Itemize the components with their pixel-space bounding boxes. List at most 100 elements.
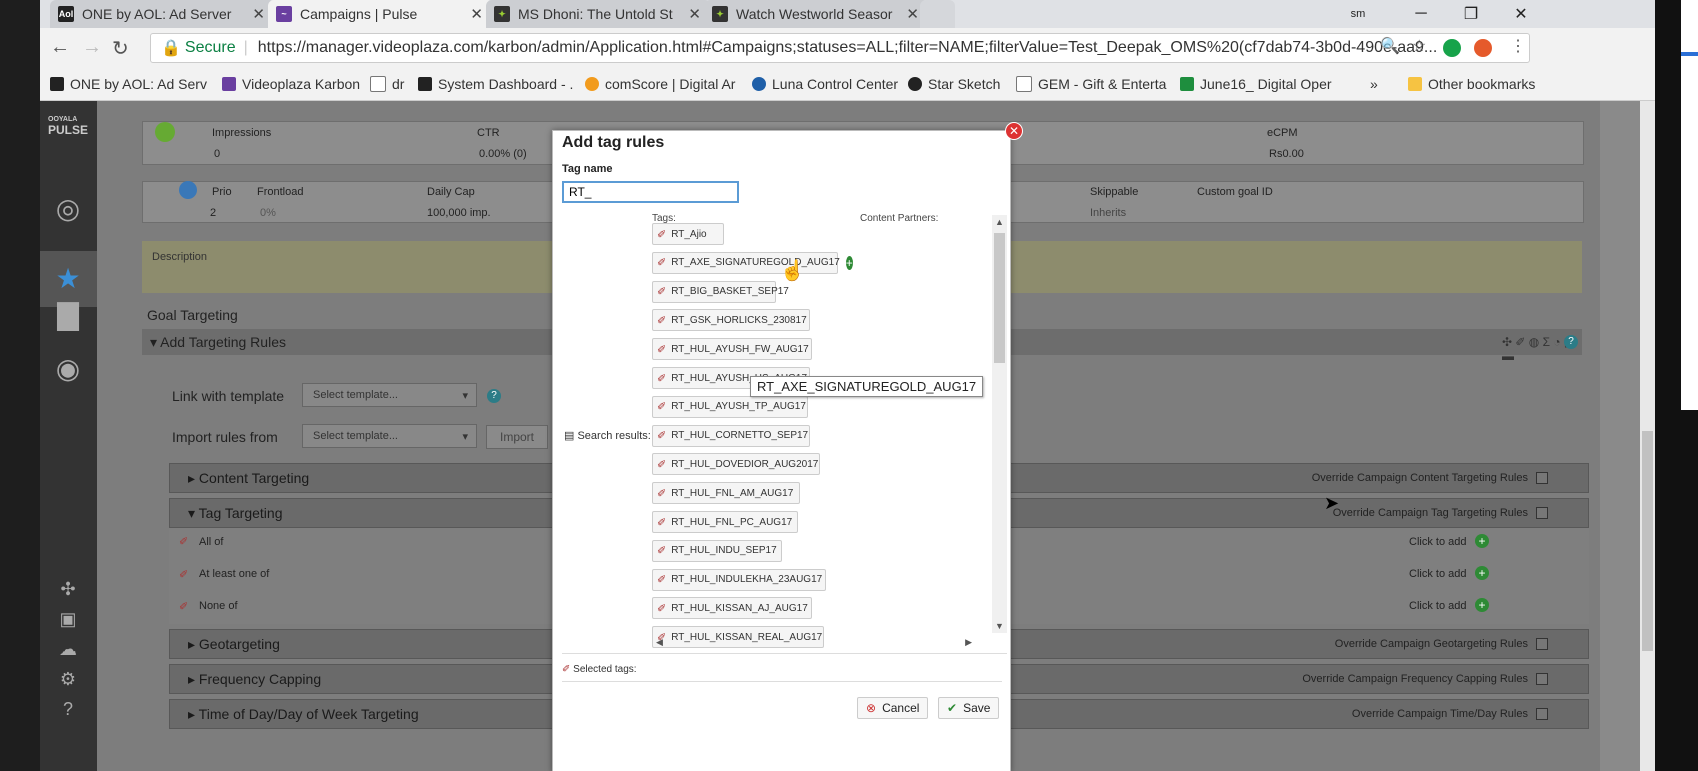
scroll-up-icon[interactable]: ▲ <box>995 217 1004 227</box>
tab-title: Campaigns | Pulse <box>300 6 418 22</box>
ecpm-header: eCPM <box>1267 127 1298 139</box>
zoom-icon[interactable]: 🔍 <box>1380 36 1400 56</box>
tag-label: RT_HUL_CORNETTO_SEP17 <box>671 430 809 442</box>
skippable-value[interactable]: Inherits <box>1090 207 1126 219</box>
add-icon[interactable]: + <box>1475 534 1489 548</box>
tag-result-item[interactable]: ✐ RT_HUL_KISSAN_AJ_AUG17 <box>652 597 812 620</box>
tag-result-item[interactable]: ✐ RT_HUL_CORNETTO_SEP17 <box>652 424 810 447</box>
click-to-add-link[interactable]: Click to add <box>1409 536 1466 548</box>
scroll-down-icon[interactable]: ▼ <box>995 621 1004 631</box>
reload-icon[interactable]: ↻ <box>112 36 129 61</box>
tag-result-item[interactable]: ✐ RT_BIG_BASKET_SEP17 <box>652 280 789 303</box>
close-window-button[interactable]: ✕ <box>1498 0 1544 28</box>
tab-westworld[interactable]: ✦ Watch Westworld Seasor ✕ <box>704 0 929 28</box>
tag-result-item[interactable]: ✐ RT_HUL_INDULEKHA_23AUG17 <box>652 568 826 591</box>
tag-icon: ✐ <box>179 569 189 581</box>
menu-icon[interactable]: ⋮ <box>1510 36 1526 56</box>
star-bookmark-icon[interactable]: ☆ <box>1412 36 1426 56</box>
page-scrollbar[interactable] <box>1640 101 1655 771</box>
daily-cap-value[interactable]: 100,000 imp. <box>427 207 491 219</box>
override-checkbox[interactable] <box>1536 673 1548 685</box>
scroll-left-icon[interactable]: ◀ <box>656 637 663 648</box>
bookmark-dr[interactable]: dr <box>370 76 404 92</box>
tag-result-item[interactable]: ✐ RT_Ajio <box>652 223 724 245</box>
click-to-add-link[interactable]: Click to add <box>1409 600 1466 612</box>
dashboard-icon[interactable]: ◎ <box>50 191 86 227</box>
extension-icon[interactable] <box>1474 39 1492 57</box>
link-template-select[interactable]: Select template... ▾ <box>302 383 477 407</box>
tag-icon: ✐ <box>657 602 667 615</box>
tab-pulse[interactable]: ~ Campaigns | Pulse ✕ <box>268 0 493 28</box>
bookmark-karbon[interactable]: Videoplaza Karbon <box>222 76 360 92</box>
star-campaigns-icon[interactable]: ★ <box>50 261 86 297</box>
close-icon[interactable]: ✕ <box>688 5 701 23</box>
override-checkbox[interactable] <box>1536 472 1548 484</box>
tab-title: MS Dhoni: The Untold St <box>518 6 673 22</box>
import-template-select[interactable]: Select template... ▾ <box>302 424 477 448</box>
save-button[interactable]: ✔ Save <box>938 697 1000 719</box>
tag-result-item[interactable]: ✐ RT_HUL_AYUSH_TP_AUG17 <box>652 395 808 418</box>
import-button[interactable]: Import <box>486 425 548 449</box>
new-tab-button[interactable] <box>920 0 955 28</box>
override-checkbox[interactable] <box>1536 638 1548 650</box>
minimize-button[interactable]: ─ <box>1398 0 1444 28</box>
prio-value[interactable]: 2 <box>210 207 216 219</box>
frontload-value[interactable]: 0% <box>260 207 276 219</box>
tag-result-item[interactable]: ✐ RT_AXE_SIGNATUREGOLD_AUG17 + <box>652 251 853 274</box>
bookmark-system-dashboard[interactable]: System Dashboard - . <box>418 76 573 92</box>
bookmark-aol[interactable]: ONE by AOL: Ad Serv <box>50 76 207 92</box>
restore-button[interactable]: ❐ <box>1448 0 1494 28</box>
check-icon: ✔ <box>947 701 958 715</box>
bookmark-june16[interactable]: June16_ Digital Oper <box>1180 76 1332 92</box>
tab-strip: Aol ONE by AOL: Ad Server ✕ ~ Campaigns … <box>40 0 1655 28</box>
bookmark-gem[interactable]: GEM - Gift & Enterta <box>1016 76 1166 92</box>
override-checkbox[interactable] <box>1536 507 1548 519</box>
add-icon[interactable]: + <box>1475 566 1489 580</box>
tag-icon: ✐ <box>657 343 667 356</box>
comscore-icon <box>585 77 599 91</box>
bookmark-comscore[interactable]: comScore | Digital Ar <box>585 76 735 92</box>
scroll-right-icon[interactable]: ▶ <box>965 637 972 648</box>
help-icon[interactable]: ? <box>1564 335 1578 349</box>
bookmark-luna[interactable]: Luna Control Center <box>752 76 898 92</box>
cancel-button[interactable]: ⊗ Cancel <box>857 697 929 719</box>
tag-label: RT_HUL_KISSAN_AJ_AUG17 <box>671 602 808 614</box>
tag-icon: ✐ <box>657 516 667 529</box>
add-icon[interactable]: + <box>845 255 853 270</box>
tag-result-item[interactable]: ✐ RT_HUL_DOVEDIOR_AUG2017 <box>652 453 820 476</box>
tag-result-item[interactable]: ✐ RT_HUL_FNL_AM_AUG17 <box>652 482 800 505</box>
override-checkbox[interactable] <box>1536 708 1548 720</box>
back-icon[interactable]: ← <box>50 36 70 59</box>
results-icon: ▤ <box>564 430 575 442</box>
more-bookmarks-button[interactable]: » <box>1370 76 1378 92</box>
help-icon[interactable]: ? <box>50 691 86 727</box>
tab-aol[interactable]: Aol ONE by AOL: Ad Server ✕ <box>50 0 275 28</box>
tag-name-input[interactable] <box>562 181 739 203</box>
grammarly-icon[interactable] <box>1443 39 1461 57</box>
tag-icon: ✐ <box>657 545 667 558</box>
results-scrollbar[interactable]: ▲ ▼ <box>992 215 1007 633</box>
tab-dhoni[interactable]: ✦ MS Dhoni: The Untold St ✕ <box>486 0 711 28</box>
close-icon[interactable]: ✕ <box>252 5 265 23</box>
chevron-down-icon: ▾ <box>462 431 468 443</box>
results-hscrollbar[interactable]: ◀ ▶ <box>652 637 992 651</box>
eye-icon[interactable]: ◉ <box>50 351 86 387</box>
tag-result-item[interactable]: ✐ RT_HUL_FNL_PC_AUG17 <box>652 511 798 533</box>
description-label: Description <box>152 251 208 263</box>
dialog-close-icon[interactable]: ✕ <box>1005 122 1023 140</box>
other-bookmarks[interactable]: Other bookmarks <box>1408 76 1535 92</box>
bookmark-star-sketch[interactable]: Star Sketch <box>908 76 1000 92</box>
tag-result-item[interactable]: ✐ RT_HUL_INDU_SEP17 <box>652 539 782 562</box>
click-to-add-link[interactable]: Click to add <box>1409 568 1466 580</box>
close-icon[interactable]: ✕ <box>906 5 919 23</box>
close-icon[interactable]: ✕ <box>470 5 483 23</box>
tag-result-item[interactable]: ✐ RT_HUL_AYUSH_FW_AUG17 <box>652 338 812 361</box>
browser-window: Aol ONE by AOL: Ad Server ✕ ~ Campaigns … <box>40 0 1655 771</box>
reports-icon[interactable]: ▇ <box>50 297 86 333</box>
tag-result-item[interactable]: ✐ RT_GSK_HORLICKS_230817 <box>652 309 810 332</box>
user-badge[interactable]: sm <box>1335 0 1381 28</box>
add-icon[interactable]: + <box>1475 598 1489 612</box>
help-icon[interactable]: ? <box>487 389 501 403</box>
forward-icon[interactable]: → <box>82 36 102 59</box>
address-bar[interactable]: 🔒 Secure | https://manager.videoplaza.co… <box>150 33 1530 63</box>
